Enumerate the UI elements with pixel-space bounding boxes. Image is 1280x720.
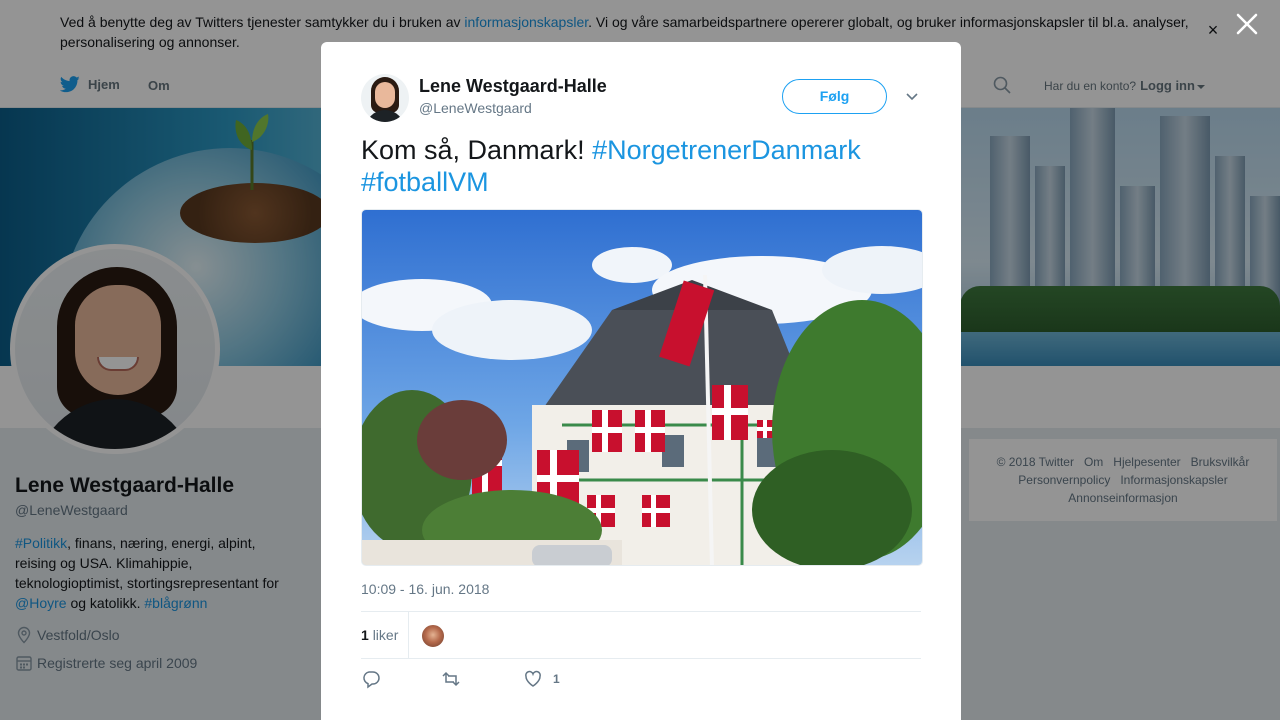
- tweet-photo[interactable]: [361, 209, 923, 566]
- heart-icon: [525, 670, 541, 687]
- tweet-hashtag-norgetrenerdanmark[interactable]: #NorgetrenerDanmark: [592, 135, 861, 165]
- retweet-icon: [442, 671, 460, 687]
- tweet-timestamp[interactable]: 10:09 - 16. jun. 2018: [361, 581, 489, 597]
- likes-label: liker: [372, 627, 399, 643]
- likes-count: 1: [361, 627, 369, 643]
- reply-button[interactable]: [361, 669, 381, 689]
- close-icon[interactable]: [1233, 10, 1261, 38]
- tweet-stats: 1 liker: [361, 611, 921, 659]
- tweet-hashtag-fotballvm[interactable]: #fotballVM: [361, 167, 489, 197]
- like-button[interactable]: 1: [523, 669, 560, 689]
- tweet-photo-image: [362, 210, 922, 565]
- tweet-author-name[interactable]: Lene Westgaard-Halle: [419, 76, 607, 97]
- stat-divider: [408, 612, 409, 658]
- like-count: 1: [553, 672, 560, 686]
- tweet-text: Kom så, Danmark! #NorgetrenerDanmark #fo…: [361, 134, 921, 198]
- tweet-author-avatar[interactable]: [361, 74, 409, 122]
- tweet-actions: 1: [361, 669, 921, 693]
- likes-stat[interactable]: 1 liker: [361, 627, 398, 643]
- retweet-button[interactable]: [441, 669, 461, 689]
- tweet-modal: Lene Westgaard-Halle @LeneWestgaard Følg…: [321, 42, 961, 720]
- tweet-author-handle[interactable]: @LeneWestgaard: [419, 100, 532, 116]
- chevron-down-icon[interactable]: [904, 89, 920, 105]
- liker-avatar[interactable]: [421, 624, 445, 648]
- tweet-text-body: Kom så, Danmark!: [361, 135, 593, 165]
- follow-button[interactable]: Følg: [782, 79, 887, 114]
- reply-icon: [363, 671, 380, 689]
